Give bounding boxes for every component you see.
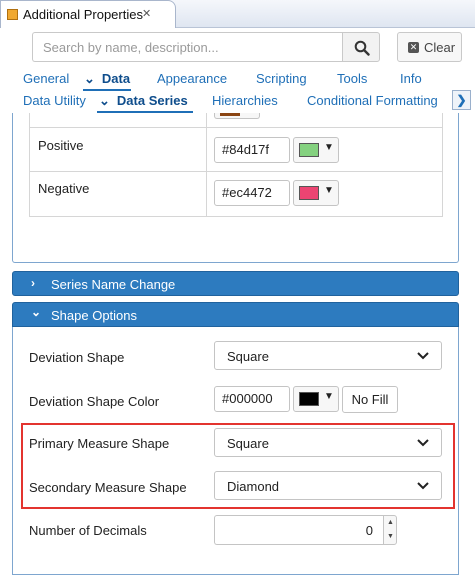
secondary-tab-bar: Data Utility ⌄ Data Series Hierarchies Co… <box>0 91 475 111</box>
tab-general[interactable]: General <box>23 71 69 86</box>
section-series-name-change[interactable]: › Series Name Change <box>12 271 459 296</box>
tab-tools[interactable]: Tools <box>337 71 367 86</box>
number-of-decimals-field[interactable]: 0 <box>214 515 383 545</box>
secondary-measure-shape-select[interactable]: Diamond <box>214 471 442 500</box>
tab-data-utility[interactable]: Data Utility <box>23 93 86 108</box>
deviation-shape-select[interactable]: Square <box>214 341 442 370</box>
section-title: Shape Options <box>51 308 138 323</box>
tab-data[interactable]: ⌄ Data <box>84 71 130 87</box>
primary-measure-shape-select[interactable]: Square <box>214 428 442 457</box>
negative-color-picker-button[interactable]: ▼ <box>293 180 339 206</box>
tab-info[interactable]: Info <box>400 71 422 86</box>
search-input[interactable] <box>32 32 342 62</box>
spin-up-icon[interactable]: ▲ <box>387 519 394 526</box>
partial-color-picker-button[interactable] <box>214 113 260 119</box>
partial-color-swatch <box>220 113 240 116</box>
no-fill-button[interactable]: No Fill <box>342 386 398 413</box>
grid-column-divider <box>206 113 207 216</box>
primary-measure-shape-label: Primary Measure Shape <box>29 436 170 451</box>
selected-value: Diamond <box>227 479 280 494</box>
chevron-down-icon: ⌄ <box>99 93 110 108</box>
spin-down-icon[interactable]: ▼ <box>387 533 394 540</box>
clear-button[interactable]: ✕ Clear <box>397 32 462 62</box>
chevron-right-icon: › <box>31 276 35 290</box>
selected-value: Square <box>227 436 269 451</box>
clear-icon: ✕ <box>408 42 419 53</box>
view-title-bar: Additional Properties ✕ <box>0 0 475 28</box>
selected-value: Square <box>227 349 269 364</box>
chevron-down-icon: ⌄ <box>31 305 42 319</box>
chevron-down-icon: ⌄ <box>84 71 95 86</box>
secondary-measure-shape-label: Secondary Measure Shape <box>29 480 187 495</box>
color-swatch <box>299 143 319 157</box>
grid-row-divider <box>30 171 442 172</box>
chevron-down-icon <box>417 439 429 447</box>
caret-down-icon: ▼ <box>324 185 334 196</box>
primary-tab-bar: General ⌄ Data Appearance Scripting Tools… <box>0 69 475 89</box>
color-swatch <box>299 392 319 406</box>
decimals-spinner[interactable]: ▲ ▼ <box>383 515 397 545</box>
color-swatch <box>299 186 319 200</box>
chevron-down-icon <box>417 482 429 490</box>
tab-scroll-right-button[interactable]: ❯ <box>452 90 471 110</box>
tab-data-series[interactable]: ⌄ Data Series <box>99 93 188 109</box>
search-button[interactable] <box>342 32 380 62</box>
row-label-negative: Negative <box>38 181 90 196</box>
color-grid: Positive #84d17f ▼ Negative #ec4472 ▼ <box>29 113 443 217</box>
tab-data-series-label: Data Series <box>116 93 188 108</box>
tab-conditional-formatting[interactable]: Conditional Formatting <box>307 93 438 108</box>
view-tab-additional-properties[interactable]: Additional Properties ✕ <box>0 0 176 28</box>
close-icon[interactable]: ✕ <box>142 7 151 20</box>
deviation-color-hex-field[interactable]: #000000 <box>214 386 290 412</box>
tab-hierarchies[interactable]: Hierarchies <box>212 93 278 108</box>
properties-icon <box>7 9 18 20</box>
negative-hex-field[interactable]: #ec4472 <box>214 180 290 206</box>
section-shape-options[interactable]: ⌄ Shape Options <box>12 302 459 327</box>
caret-down-icon: ▼ <box>324 142 334 153</box>
view-title: Additional Properties <box>23 7 143 22</box>
tab-scripting[interactable]: Scripting <box>256 71 307 86</box>
deviation-shape-color-label: Deviation Shape Color <box>29 394 160 409</box>
search-icon <box>354 40 370 56</box>
deviation-color-picker-button[interactable]: ▼ <box>293 386 339 412</box>
number-of-decimals-label: Number of Decimals <box>29 523 147 538</box>
section-title: Series Name Change <box>51 277 176 292</box>
caret-down-icon: ▼ <box>324 391 334 402</box>
tab-appearance[interactable]: Appearance <box>157 71 227 86</box>
tab-data-label: Data <box>101 71 131 86</box>
grid-row-divider <box>30 127 442 128</box>
chevron-down-icon <box>417 352 429 360</box>
number-value: 0 <box>365 523 373 538</box>
deviation-shape-label: Deviation Shape <box>29 350 125 365</box>
row-label-positive: Positive <box>38 138 84 153</box>
positive-color-picker-button[interactable]: ▼ <box>293 137 339 163</box>
clear-label: Clear <box>424 40 456 55</box>
positive-hex-field[interactable]: #84d17f <box>214 137 290 163</box>
